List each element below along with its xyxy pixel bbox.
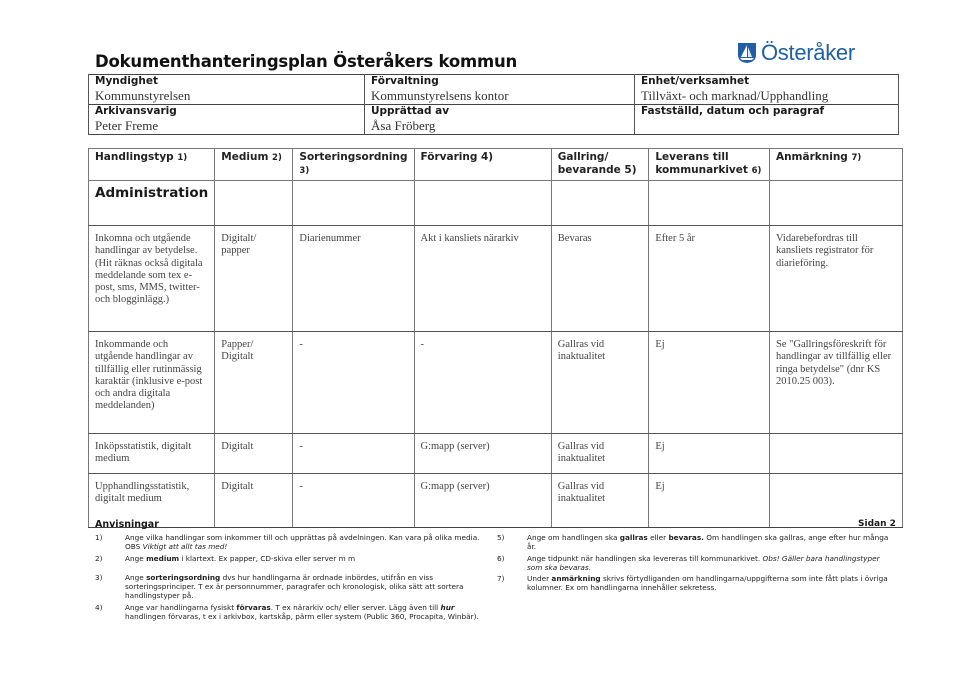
header-handlingstyp: Handlingstyp 1) — [87, 148, 216, 181]
instruction-text: Ange vilka handlingar som inkommer till … — [125, 533, 480, 552]
cell-gallring: Gallras vid inaktualitet — [550, 473, 650, 528]
cell-gallring: Gallras vid inaktualitet — [550, 331, 650, 434]
myndighet-cell: Myndighet Kommunstyrelsen — [88, 74, 365, 105]
table-row: Inkommande och utgående handlingar av ti… — [87, 331, 904, 434]
cell-medium: Digitalt/ papper — [214, 225, 294, 332]
document-plan-table: Handlingstyp 1) Medium 2) Sorteringsordn… — [87, 148, 904, 528]
header-sorteringsordning: Sorteringsordning 3) — [292, 148, 415, 181]
enhet-label: Enhet/verksamhet — [641, 75, 750, 87]
upprattad-label: Upprättad av — [371, 105, 450, 117]
table-row: Inkomna och utgående handlingar av betyd… — [87, 225, 904, 332]
page-number: Sidan 2 — [858, 519, 896, 529]
cell-sortering: - — [292, 433, 415, 474]
instructions-heading: Anvisningar — [95, 519, 159, 530]
header-gallring: Gallring/ bevarande 5) — [550, 148, 650, 181]
instruction-item: 6) Ange tidpunkt när handlingen ska lever… — [497, 554, 892, 573]
instruction-text: Ange tidpunkt när handlingen ska leverer… — [527, 553, 880, 572]
header-leverans: Leverans till kommunarkivet 6) — [648, 148, 770, 181]
table-row: Upphandlingsstatistik, digitalt medium D… — [87, 473, 904, 528]
header-anmarkning: Anmärkning 7) — [768, 148, 904, 181]
instruction-number: 3) — [95, 572, 103, 582]
arkivansvarig-value: Peter Freme — [95, 118, 159, 133]
myndighet-label: Myndighet — [95, 75, 159, 87]
instruction-item: 2) Ange medium i klartext. Ex papper, CD-… — [95, 554, 480, 563]
table-row: Inköpsstatistik, digitalt medium Digital… — [87, 433, 904, 474]
instruction-number: 1) — [95, 533, 103, 542]
cell-medium: Papper/ Digitalt — [214, 331, 294, 434]
header-medium: Medium 2) — [214, 148, 294, 181]
cell-gallring: Bevaras — [550, 225, 650, 332]
faststalld-cell: Fastställd, datum och paragraf — [634, 104, 899, 135]
enhet-cell: Enhet/verksamhet Tillväxt- och marknad/U… — [634, 74, 899, 105]
cell-sortering: Diarienummer — [292, 225, 415, 332]
cell-medium: Digitalt — [214, 433, 294, 474]
cell-leverans: Ej — [648, 473, 770, 528]
instruction-item: 1) Ange vilka handlingar som inkommer til… — [95, 533, 480, 552]
upprattad-value: Åsa Fröberg — [371, 118, 436, 133]
cell-forvaring: - — [413, 331, 552, 434]
instruction-number: 6) — [497, 553, 505, 563]
section-row: Administration — [87, 180, 904, 226]
header-forvaring: Förvaring 4) — [413, 148, 552, 181]
logo-text: Österåker — [761, 40, 855, 65]
cell-anmarkning — [768, 433, 904, 474]
instructions-left-column: 1) Ange vilka handlingar som inkommer til… — [95, 533, 480, 623]
cell-handlingstyp: Inköpsstatistik, digitalt medium — [87, 433, 216, 474]
cell-handlingstyp: Inkomna och utgående handlingar av betyd… — [87, 225, 216, 332]
instruction-number: 4) — [95, 602, 103, 612]
section-title: Administration — [87, 180, 216, 226]
cell-sortering: - — [292, 331, 415, 434]
arkivansvarig-cell: Arkivansvarig Peter Freme — [88, 104, 365, 135]
cell-forvaring: Akt i kansliets närarkiv — [413, 225, 552, 332]
upprattad-cell: Upprättad av Åsa Fröberg — [364, 104, 635, 135]
cell-forvaring: G:mapp (server) — [413, 433, 552, 474]
cell-anmarkning: Vidarebefordras till kansliets registrat… — [768, 225, 904, 332]
instruction-item: 4) Ange var handlingarna fysiskt förvaras… — [95, 603, 480, 622]
cell-leverans: Ej — [648, 331, 770, 434]
instruction-text: Ange medium i klartext. Ex papper, CD-sk… — [125, 553, 356, 563]
instruction-number: 2) — [95, 553, 103, 563]
cell-sortering: - — [292, 473, 415, 528]
shield-sailboat-icon — [738, 43, 756, 63]
cell-leverans: Efter 5 år — [648, 225, 770, 332]
instruction-number: 5) — [497, 533, 505, 542]
instruction-text: Ange om handlingen ska gallras eller bev… — [527, 533, 889, 552]
faststalld-label: Fastställd, datum och paragraf — [641, 105, 825, 117]
cell-handlingstyp: Inkommande och utgående handlingar av ti… — [87, 331, 216, 434]
forvaltning-cell: Förvaltning Kommunstyrelsens kontor — [364, 74, 635, 105]
instruction-text: Under anmärkning skrivs förtydliganden o… — [527, 574, 888, 593]
myndighet-value: Kommunstyrelsen — [95, 88, 191, 103]
metadata-table: Myndighet Kommunstyrelsen Förvaltning Ko… — [88, 74, 899, 135]
enhet-value: Tillväxt- och marknad/Upphandling — [641, 88, 829, 103]
table-header-row: Handlingstyp 1) Medium 2) Sorteringsordn… — [87, 148, 904, 181]
cell-gallring: Gallras vid inaktualitet — [550, 433, 650, 474]
forvaltning-label: Förvaltning — [371, 75, 439, 87]
cell-medium: Digitalt — [214, 473, 294, 528]
instructions-right-column: 5) Ange om handlingen ska gallras eller b… — [497, 533, 892, 595]
cell-anmarkning: Se "Gallringsföreskrift för handlingar a… — [768, 331, 904, 434]
instruction-item: 3) Ange sorteringsordning dvs hur handlin… — [95, 573, 480, 601]
cell-forvaring: G:mapp (server) — [413, 473, 552, 528]
cell-leverans: Ej — [648, 433, 770, 474]
instruction-text: Ange var handlingarna fysiskt förvaras. … — [125, 602, 479, 622]
forvaltning-value: Kommunstyrelsens kontor — [371, 88, 509, 103]
instruction-number: 7) — [497, 574, 505, 584]
arkivansvarig-label: Arkivansvarig — [95, 105, 177, 117]
instruction-item: 7) Under anmärkning skrivs förtydliganden… — [497, 574, 892, 593]
instruction-text: Ange sorteringsordning dvs hur handlinga… — [125, 572, 464, 601]
document-title: Dokumenthanteringsplan Österåkers kommun — [95, 52, 518, 71]
osteraker-logo: Österåker — [737, 40, 855, 66]
instruction-item: 5) Ange om handlingen ska gallras eller b… — [497, 533, 892, 552]
